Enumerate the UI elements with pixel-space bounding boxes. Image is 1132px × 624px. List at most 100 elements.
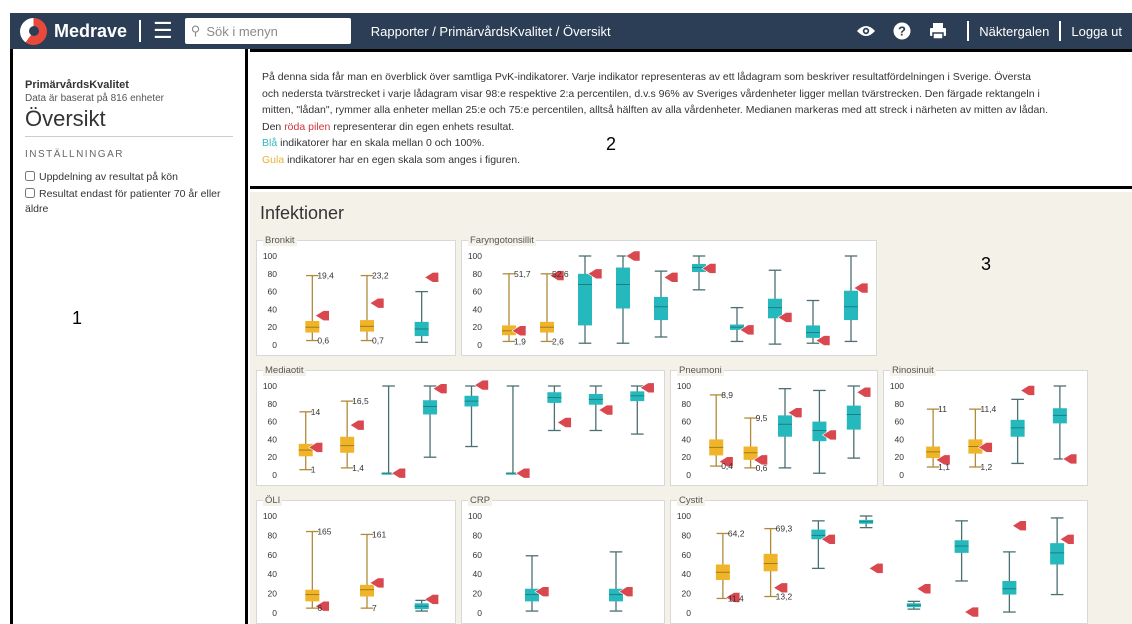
y-tick-label: 60 (268, 417, 278, 427)
y-tick-label: 80 (895, 399, 905, 409)
help-icon[interactable]: ? (891, 20, 913, 42)
y-tick-label: 0 (272, 608, 277, 618)
main-panel: Infektioner 3 0 20 40 60 80 100 19,4 0,6 23,2 0,7… (250, 192, 1132, 624)
hamburger-menu-icon[interactable]: ☰ (153, 20, 173, 42)
y-tick-label: 0 (272, 470, 277, 480)
result-marker (473, 379, 489, 391)
red-arrow-text: röda pilen (284, 120, 331, 133)
box-label-top: 16,5 (352, 396, 369, 406)
y-tick-label: 40 (268, 569, 278, 579)
box-label-top: 11 (938, 404, 947, 414)
box-label-top: 165 (317, 527, 331, 537)
box-plot-chart: 0 20 40 60 80 100 11 1,1 11,4 1,2 (890, 381, 1078, 480)
info-text: representerar din egen enhets resultat. (330, 120, 515, 133)
sidebar-title: PrimärvårdsKvalitet (25, 79, 129, 91)
y-tick-label: 20 (473, 322, 483, 332)
box-plot-chart: 0 20 40 60 80 100 14 1 16,5 1,4 (263, 379, 655, 480)
y-tick-label: 80 (682, 530, 692, 540)
y-tick-label: 100 (677, 511, 691, 521)
y-tick-label: 40 (682, 569, 692, 579)
box-label-top: 11,4 (980, 404, 996, 414)
chart-card[interactable]: 0 20 40 60 80 100 11 1,1 11,4 1,2 Rinosinuit (883, 365, 1088, 486)
chart-title: Faryngotonsillit (468, 235, 536, 246)
box-iqr (423, 400, 438, 415)
box-label-bottom: 7 (372, 603, 377, 613)
y-tick-label: 40 (268, 304, 278, 314)
nav-separator (1059, 21, 1062, 41)
nav-actions: ? Näktergalen Logga ut (841, 20, 1132, 42)
y-tick-label: 0 (272, 340, 277, 350)
result-marker (598, 404, 614, 416)
age-70-checkbox[interactable] (25, 188, 35, 198)
chart-title: ÖLI (263, 495, 283, 506)
y-tick-label: 40 (473, 569, 483, 579)
box-iqr (578, 273, 592, 326)
box-label-top: 23,2 (372, 271, 389, 281)
breadcrumb[interactable]: Rapporter / PrimärvårdsKvalitet / Översi… (371, 24, 611, 39)
nav-separator (139, 20, 142, 42)
y-tick-label: 100 (468, 511, 482, 521)
print-icon[interactable] (927, 20, 949, 42)
box-iqr (1050, 543, 1065, 565)
y-tick-label: 60 (473, 550, 483, 560)
logout-link[interactable]: Logga ut (1071, 24, 1122, 39)
chart-title: Rinosinuit (890, 365, 936, 376)
box-label-bottom: 13,2 (776, 592, 793, 602)
result-marker (1020, 385, 1035, 396)
chart-card[interactable]: 0 20 40 60 80 100 CRP (461, 495, 665, 624)
menu-search-input[interactable]: ⚲ Sök i menyn (184, 18, 351, 44)
chart-card[interactable]: 0 20 40 60 80 100 64,2 11,4 69,3 13,2 Cystit (670, 495, 1088, 624)
y-tick-label: 60 (268, 550, 278, 560)
box-iqr (340, 436, 355, 453)
brand-name: Medrave (54, 20, 128, 41)
box-label-top: 64,2 (728, 528, 745, 538)
gender-split-checkbox[interactable] (25, 171, 35, 181)
y-tick-label: 100 (263, 381, 277, 391)
nav-separator (967, 21, 970, 41)
user-name[interactable]: Näktergalen (979, 24, 1049, 39)
box-plot-chart: 0 20 40 60 80 100 64,2 11,4 69,3 13,2 (677, 511, 1075, 618)
option-age-70[interactable]: Resultat endast för patienter 70 år elle… (25, 187, 233, 217)
y-tick-label: 40 (895, 434, 905, 444)
chart-card[interactable]: 0 20 40 60 80 100 14 1 16,5 1,4 Mediaotit (256, 365, 665, 486)
brand-logo[interactable]: Medrave (20, 17, 128, 45)
chart-title: Pneumoni (677, 365, 724, 376)
y-tick-label: 100 (263, 511, 277, 521)
y-tick-label: 100 (263, 251, 277, 261)
y-tick-label: 0 (477, 608, 482, 618)
y-tick-label: 80 (473, 269, 483, 279)
eye-icon[interactable] (855, 20, 877, 42)
y-tick-label: 80 (682, 399, 692, 409)
chart-title: Mediaotit (263, 365, 306, 376)
annotation-3: 3 (981, 254, 992, 274)
result-marker (424, 272, 439, 283)
chart-card[interactable]: 0 20 40 60 80 100 8,9 0,4 9,5 0,6 Pneumoni (670, 365, 878, 486)
chart-card[interactable]: 0 20 40 60 80 100 51,7 1,9 52,6 2,6 Faryngotonsill… (461, 235, 877, 356)
y-tick-label: 0 (686, 608, 691, 618)
blue-text: Blå (262, 137, 278, 149)
option-label: Resultat endast för patienter 70 år elle… (25, 188, 221, 215)
info-line: Blå indikatorer har en skala mellan 0 oc… (262, 135, 1120, 152)
chart-card[interactable]: 0 20 40 60 80 100 19,4 0,6 23,2 0,7 Bronkit (256, 235, 456, 356)
result-marker (964, 606, 979, 618)
box-label-top: 69,3 (776, 524, 793, 534)
result-marker (1011, 520, 1027, 531)
info-line: Den röda pilen representerar din egen en… (262, 119, 1120, 136)
y-tick-label: 20 (682, 452, 692, 462)
search-placeholder: Sök i menyn (206, 23, 278, 39)
info-line: På denna sida får man en överblick över … (262, 71, 1032, 83)
option-gender-split[interactable]: Uppdelning av resultat på kön (25, 170, 233, 185)
result-marker (369, 297, 385, 309)
box-plot-chart: 0 20 40 60 80 100 (468, 511, 634, 618)
chart-card[interactable]: 0 20 40 60 80 100 165 6 161 7 ÖLI (256, 495, 456, 624)
result-marker (1059, 533, 1075, 545)
y-tick-label: 100 (890, 381, 904, 391)
y-tick-label: 80 (268, 269, 278, 279)
result-marker (639, 382, 655, 394)
y-tick-label: 20 (682, 589, 692, 599)
result-marker (1062, 453, 1078, 465)
result-marker (556, 417, 572, 428)
box-label-bottom: 2,6 (552, 336, 564, 346)
box-label-bottom: 0,7 (372, 336, 384, 346)
box-label-top: 14 (311, 407, 321, 417)
